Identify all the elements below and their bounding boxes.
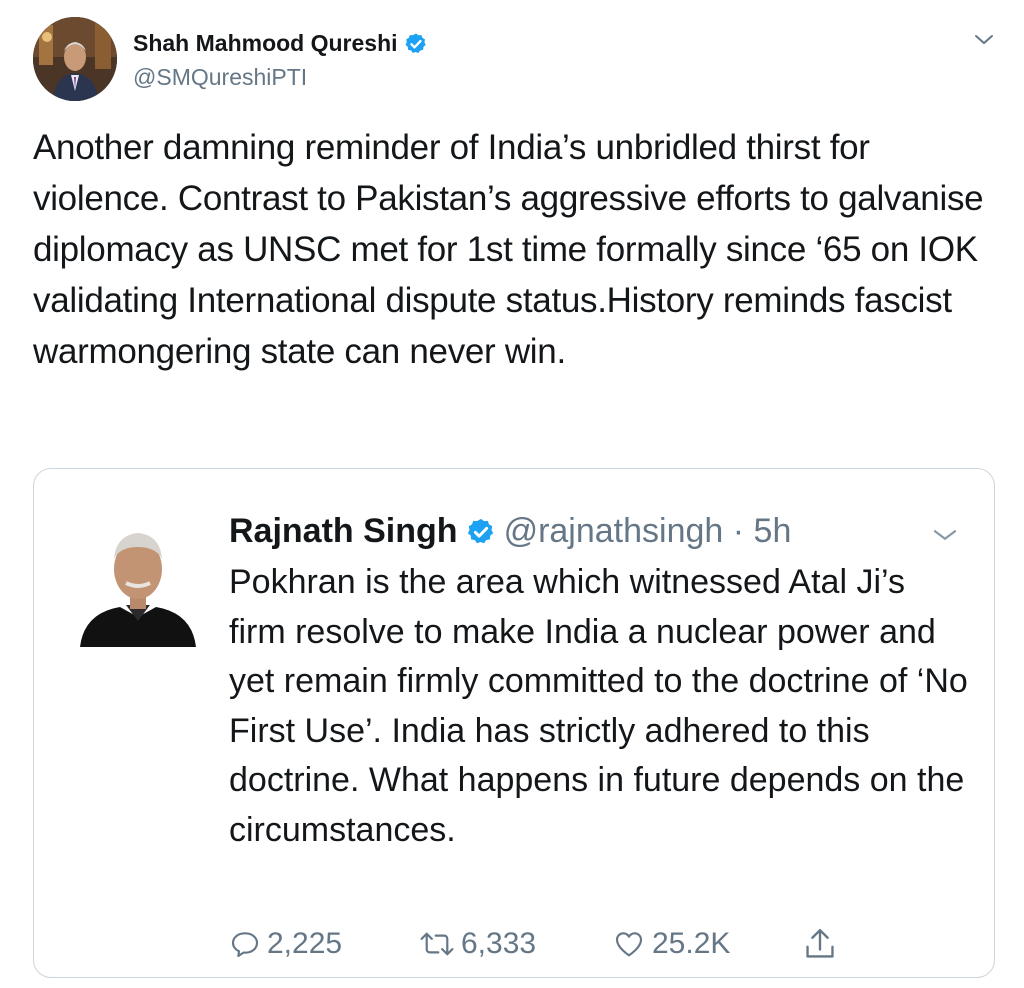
share-icon xyxy=(806,928,834,958)
verified-badge-icon xyxy=(467,518,493,543)
author-name-row[interactable]: Shah Mahmood Qureshi xyxy=(133,30,428,57)
quoted-tweet-text: Pokhran is the area which witnessed Atal… xyxy=(229,563,968,849)
author-avatar-image xyxy=(33,17,117,101)
quoted-author-name[interactable]: Rajnath Singh xyxy=(229,512,458,551)
quoted-tweet-menu-button[interactable] xyxy=(930,520,960,550)
author-name[interactable]: Shah Mahmood Qureshi xyxy=(133,30,398,57)
quoted-author-meta[interactable]: @rajnathsingh · 5h xyxy=(504,512,792,551)
like-count: 25.2K xyxy=(652,927,731,960)
chevron-down-icon xyxy=(933,530,957,541)
share-button[interactable] xyxy=(803,918,837,970)
like-button[interactable]: 25.2K xyxy=(612,918,730,970)
quoted-author-avatar[interactable] xyxy=(80,517,196,647)
verified-badge-icon xyxy=(405,33,426,53)
chevron-down-icon xyxy=(975,35,993,45)
quoted-tweet-header: Rajnath Singh @rajnathsingh · 5h xyxy=(229,512,791,551)
reply-count: 2,225 xyxy=(267,927,343,960)
tweet-text: Another damning reminder of India’s unbr… xyxy=(33,128,984,371)
quoted-author-avatar-image xyxy=(80,533,196,647)
tweet-menu-button[interactable] xyxy=(972,28,996,52)
retweet-button[interactable]: 6,333 xyxy=(419,918,536,970)
retweet-icon xyxy=(420,932,454,956)
heart-icon xyxy=(615,932,643,957)
reply-button[interactable]: 2,225 xyxy=(229,918,342,970)
reply-icon xyxy=(231,932,259,958)
retweet-count: 6,333 xyxy=(461,927,537,960)
author-handle[interactable]: @SMQureshiPTI xyxy=(133,64,307,91)
author-avatar[interactable] xyxy=(33,17,117,101)
